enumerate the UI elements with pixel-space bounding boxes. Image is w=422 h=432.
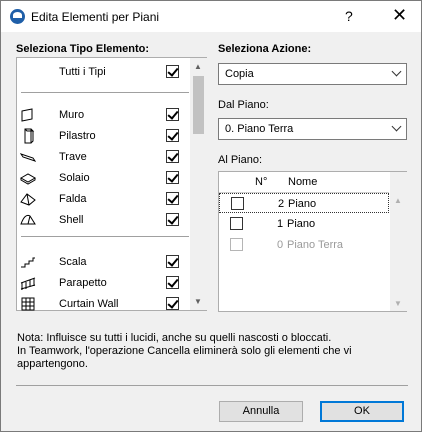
note-line-2: In Teamwork, l'operazione Cancella elimi… <box>17 345 352 370</box>
stair-checkbox[interactable] <box>166 255 179 268</box>
floor-0-number: 0 <box>277 239 284 251</box>
floor-row-1[interactable]: 1 Piano <box>219 214 389 234</box>
list-item-column[interactable]: Pilastro <box>17 126 191 147</box>
column-header-number[interactable]: N° <box>255 176 267 188</box>
title-bar: Edita Elementi per Piani ? ✕ <box>1 1 421 32</box>
roof-label: Falda <box>59 193 87 205</box>
help-button[interactable]: ? <box>345 8 353 24</box>
list-item-curtain-wall[interactable]: Curtain Wall <box>17 294 191 315</box>
from-floor-label: Dal Piano: <box>218 99 269 111</box>
list-separator <box>21 92 189 93</box>
beam-checkbox[interactable] <box>166 150 179 163</box>
floor-list-scrollbar[interactable]: ▲ ▼ <box>390 172 407 311</box>
from-floor-select-value: 0. Piano Terra <box>225 123 294 135</box>
close-button[interactable]: ✕ <box>392 5 407 26</box>
curtain-wall-label: Curtain Wall <box>59 298 119 310</box>
archicad-app-icon <box>10 9 25 24</box>
all-types-checkbox[interactable] <box>166 65 179 78</box>
slab-label: Solaio <box>59 172 90 184</box>
floor-1-number: 1 <box>277 218 284 230</box>
wall-label: Muro <box>59 109 85 121</box>
list-item-shell[interactable]: Shell <box>17 210 191 231</box>
note-line-1: Nota: Influisce su tutti i lucidi, anche… <box>17 332 332 344</box>
column-label: Pilastro <box>59 130 96 142</box>
action-select-value: Copia <box>225 68 254 80</box>
list-item-slab[interactable]: Solaio <box>17 168 191 189</box>
column-icon <box>24 128 35 144</box>
cancel-button[interactable]: Annulla <box>219 401 303 422</box>
element-list-scrollbar[interactable]: ▲ ▼ <box>190 58 207 310</box>
scroll-down-arrow-icon[interactable]: ▼ <box>194 297 202 306</box>
list-item-railing[interactable]: Parapetto <box>17 273 191 294</box>
column-checkbox[interactable] <box>166 129 179 142</box>
chevron-down-icon <box>391 66 402 77</box>
curtain-wall-checkbox[interactable] <box>166 297 179 310</box>
floor-2-name: Piano <box>288 198 317 210</box>
list-item-roof[interactable]: Falda <box>17 189 191 210</box>
edit-elements-by-floor-dialog: Edita Elementi per Piani ? ✕ Seleziona T… <box>0 0 422 432</box>
slab-icon <box>20 173 36 185</box>
floor-1-name: Piano <box>287 218 316 230</box>
window-title: Edita Elementi per Piani <box>31 10 160 24</box>
action-select[interactable]: Copia <box>218 63 407 85</box>
floor-2-number: 2 <box>278 198 285 210</box>
scroll-down-arrow-icon[interactable]: ▼ <box>394 299 402 308</box>
stair-icon <box>21 257 35 268</box>
ok-button[interactable]: OK <box>320 401 404 422</box>
info-note: Nota: Influisce su tutti i lucidi, anche… <box>17 332 412 371</box>
shell-icon <box>20 214 36 225</box>
list-item-beam[interactable]: Trave <box>17 147 191 168</box>
floor-0-name: Piano Terra <box>287 239 344 251</box>
floor-2-checkbox[interactable] <box>231 197 244 210</box>
chevron-down-icon <box>391 121 402 132</box>
list-separator <box>21 236 189 237</box>
column-header-name[interactable]: Nome <box>288 176 317 188</box>
roof-icon <box>20 193 36 206</box>
from-floor-select[interactable]: 0. Piano Terra <box>218 118 407 140</box>
shell-label: Shell <box>59 214 84 226</box>
to-floor-label: Al Piano: <box>218 154 263 166</box>
all-types-label: Tutti i Tipi <box>59 66 106 78</box>
scroll-up-arrow-icon[interactable]: ▲ <box>194 62 202 71</box>
curtain-wall-icon <box>21 297 35 311</box>
list-item-wall[interactable]: Muro <box>17 105 191 126</box>
element-type-list: Tutti i Tipi Muro Pilastro Trave Solaio … <box>16 57 207 311</box>
floor-row-2[interactable]: 2 Piano <box>219 193 389 213</box>
footer-divider <box>16 385 408 386</box>
railing-label: Parapetto <box>59 277 107 289</box>
wall-icon <box>21 108 33 122</box>
beam-icon <box>20 153 36 162</box>
scroll-up-arrow-icon[interactable]: ▲ <box>394 196 402 205</box>
list-item-stair[interactable]: Scala <box>17 252 191 273</box>
stair-label: Scala <box>59 256 87 268</box>
railing-icon <box>20 277 36 290</box>
slab-checkbox[interactable] <box>166 171 179 184</box>
roof-checkbox[interactable] <box>166 192 179 205</box>
floor-1-checkbox[interactable] <box>230 217 243 230</box>
wall-checkbox[interactable] <box>166 108 179 121</box>
beam-label: Trave <box>59 151 87 163</box>
to-floor-list: N° Nome 2 Piano 1 Piano 0 Piano Terra ▲ … <box>218 171 407 312</box>
railing-checkbox[interactable] <box>166 276 179 289</box>
scroll-thumb[interactable] <box>193 76 204 134</box>
element-type-section-label: Seleziona Tipo Elemento: <box>16 43 150 55</box>
shell-checkbox[interactable] <box>166 213 179 226</box>
action-section-label: Seleziona Azione: <box>218 43 312 55</box>
floor-0-checkbox <box>230 238 243 251</box>
floor-row-0: 0 Piano Terra <box>219 235 389 255</box>
list-item-all-types[interactable]: Tutti i Tipi <box>17 62 191 83</box>
